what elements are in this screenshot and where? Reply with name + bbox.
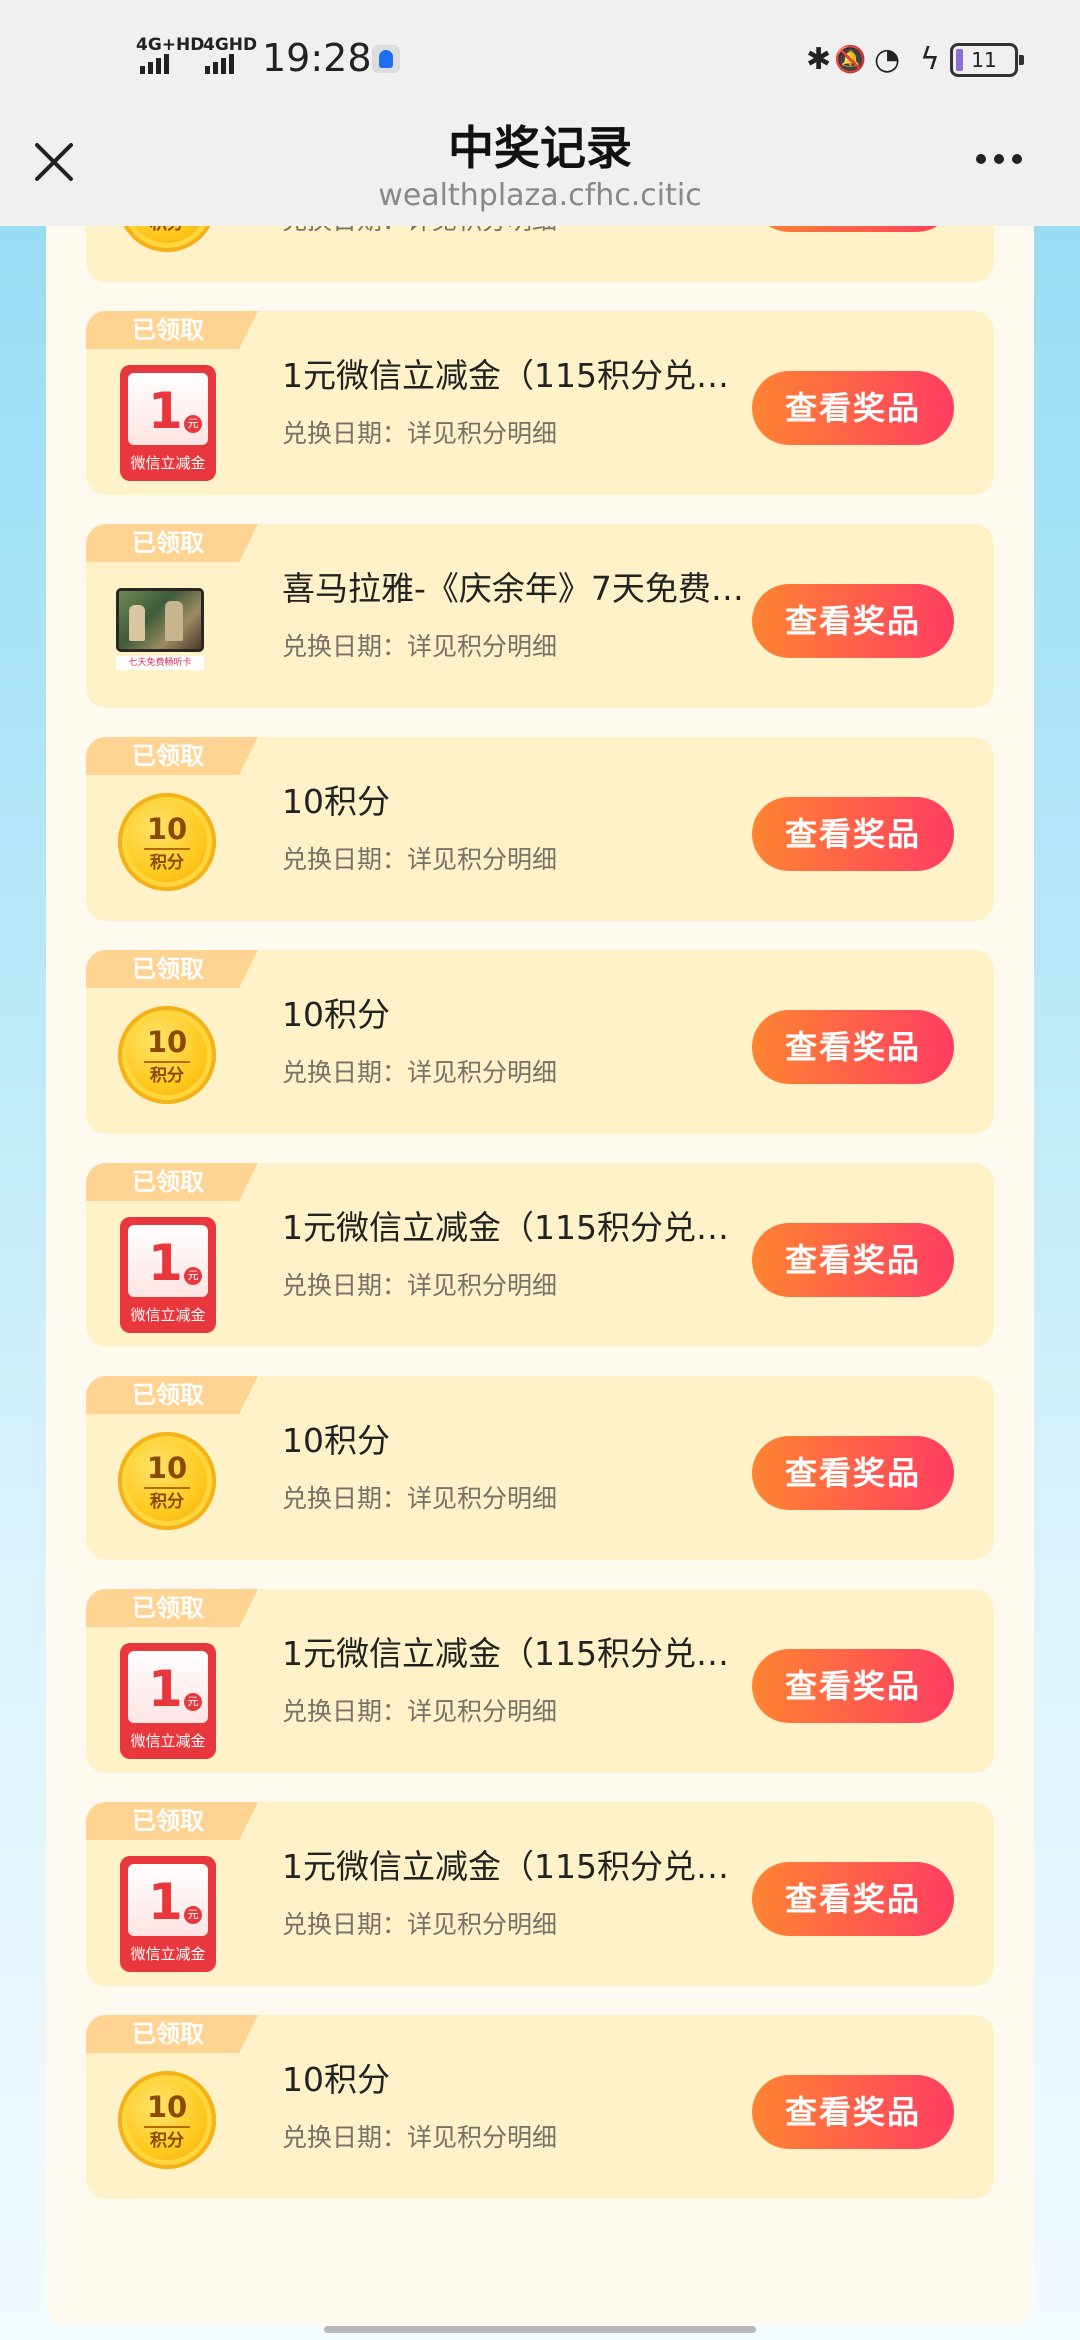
coin-unit: 积分 bbox=[118, 226, 216, 234]
coin-unit: 积分 bbox=[150, 1492, 184, 1512]
view-prize-button[interactable]: 查看奖品 bbox=[752, 371, 954, 445]
battery-icon: 11 bbox=[950, 43, 1024, 77]
coin-value: 10 bbox=[146, 812, 188, 846]
prize-title: 喜马拉雅-《庆余年》7天免费… bbox=[282, 569, 744, 608]
network-label-1: 4G+HD bbox=[136, 35, 205, 55]
coin-value: 10 bbox=[146, 1451, 188, 1485]
envelope-label: 微信立减金 bbox=[130, 1306, 206, 1324]
prize-title: 1元微信立减金（115积分兑换） bbox=[282, 1634, 752, 1673]
clock: 19:28 bbox=[262, 36, 372, 80]
envelope-amount: 1 bbox=[148, 382, 183, 440]
redeem-date: 兑换日期：详见积分明细 bbox=[282, 1058, 558, 1087]
points-coin-icon: 10 积分 bbox=[116, 1430, 218, 1532]
claimed-badge: 已领取 bbox=[86, 524, 258, 562]
envelope-label: 微信立减金 bbox=[130, 454, 206, 472]
envelope-label: 微信立减金 bbox=[130, 1732, 206, 1750]
claimed-badge: 已领取 bbox=[86, 311, 258, 349]
view-prize-button[interactable]: 查看奖品 bbox=[752, 2075, 954, 2149]
page-url: wealthplaza.cfhc.citic bbox=[378, 178, 702, 213]
coin-unit: 积分 bbox=[150, 853, 184, 873]
claimed-badge: 已领取 bbox=[86, 737, 258, 775]
points-coin-icon: 10 积分 bbox=[116, 1004, 218, 1106]
claimed-badge: 已领取 bbox=[86, 2015, 258, 2053]
list-item[interactable]: 已领取七天免费畅听卡 喜马拉雅-《庆余年》7天免费… 兑换日期：详见积分明细 查看奖品 bbox=[86, 524, 994, 708]
bluetooth-icon: ✱ bbox=[806, 42, 832, 77]
redeem-date: 兑换日期：详见积分明细 bbox=[282, 845, 558, 874]
claimed-badge: 已领取 bbox=[86, 950, 258, 988]
envelope-unit: 元 bbox=[184, 415, 202, 433]
home-indicator[interactable] bbox=[324, 2326, 756, 2333]
coin-unit: 积分 bbox=[150, 2131, 184, 2151]
title-bar: 中奖记录 wealthplaza.cfhc.citic bbox=[0, 118, 1080, 226]
view-prize-button[interactable]: 查看奖品 bbox=[752, 1436, 954, 1510]
page-title: 中奖记录 bbox=[448, 121, 632, 175]
view-prize-button[interactable]: 查看奖品 bbox=[752, 1862, 954, 1936]
list-item[interactable]: 已领取10积分10积分兑换日期：详见积分明细查看奖品 bbox=[86, 1376, 994, 1560]
points-coin-icon: 10 积分 bbox=[116, 2069, 218, 2171]
more-options-icon[interactable] bbox=[976, 154, 1022, 164]
app-notification-icon bbox=[372, 45, 400, 73]
list-item[interactable]: 已领取 1 元微信立减金 1元微信立减金（115积分兑换） 兑换日期：详见积分明细 查看奖… bbox=[86, 1802, 994, 1986]
list-item[interactable]: 已领取10积分10积分兑换日期：详见积分明细查看奖品 bbox=[86, 950, 994, 1134]
redeem-date: 兑换日期：详见积分明细 bbox=[282, 1484, 558, 1513]
prize-title: 1元微信立减金（115积分兑换） bbox=[282, 356, 752, 395]
wifi-icon: ◔ bbox=[874, 42, 901, 77]
battery-level: 11 bbox=[971, 48, 997, 72]
signal-strength-icon bbox=[140, 54, 169, 74]
view-prize-button[interactable]: 查看奖品 bbox=[752, 797, 954, 871]
mute-icon: 🔕 bbox=[834, 45, 867, 75]
envelope-amount: 1 bbox=[148, 1234, 183, 1292]
redeem-date: 兑换日期：详见积分明细 bbox=[282, 1910, 558, 1939]
network-label-2: 4GHD bbox=[203, 35, 258, 55]
redeem-date: 兑换日期：详见积分明细 bbox=[282, 632, 558, 661]
redeem-date: 兑换日期：详见积分明细 bbox=[282, 226, 557, 238]
envelope-unit: 元 bbox=[184, 1906, 202, 1924]
list-item[interactable]: 已领取 1 元微信立减金 1元微信立减金（115积分兑换） 兑换日期：详见积分明细 查看奖… bbox=[86, 1163, 994, 1347]
prize-title: 10积分 bbox=[282, 782, 390, 821]
signal-strength-icon-2 bbox=[205, 54, 234, 74]
redeem-date: 兑换日期：详见积分明细 bbox=[282, 1697, 558, 1726]
view-prize-button[interactable]: 查看奖品 bbox=[752, 226, 954, 232]
coin-value: 10 bbox=[146, 2090, 188, 2124]
status-bar: 4G+HD 4GHD 19:28 ✱ 🔕 ◔ ϟ 11 bbox=[0, 0, 1080, 118]
red-envelope-icon: 1 元微信立减金 bbox=[116, 1856, 218, 1972]
red-envelope-icon: 1 元微信立减金 bbox=[116, 1643, 218, 1759]
red-envelope-icon: 1 元微信立减金 bbox=[116, 365, 218, 481]
records-list[interactable]: 已领取10积分10积分兑换日期：详见积分明细查看奖品已领取1元微信立减金1元微信… bbox=[0, 226, 1080, 2340]
redeem-date: 兑换日期：详见积分明细 bbox=[282, 1271, 558, 1300]
coin-value: 10 bbox=[146, 1025, 188, 1059]
envelope-unit: 元 bbox=[184, 1267, 202, 1285]
list-item[interactable]: 已领取10积分10积分兑换日期：详见积分明细查看奖品 bbox=[86, 737, 994, 921]
view-prize-button[interactable]: 查看奖品 bbox=[752, 1649, 954, 1723]
list-item[interactable]: 已领取 1 元微信立减金 1元微信立减金（115积分兑换） 兑换日期：详见积分明细 查看奖… bbox=[86, 1589, 994, 1773]
claimed-badge: 已领取 bbox=[86, 1802, 258, 1840]
envelope-amount: 1 bbox=[148, 1660, 183, 1718]
points-coin-icon: 10 积分 bbox=[116, 791, 218, 893]
envelope-label: 微信立减金 bbox=[130, 1945, 206, 1963]
charging-icon: ϟ bbox=[920, 42, 940, 77]
prize-title: 10积分 bbox=[282, 2060, 390, 2099]
points-coin-icon: 10积分 bbox=[116, 226, 218, 254]
list-item[interactable]: 已领取 1 元微信立减金 1元微信立减金（115积分兑换） 兑换日期：详见积分明细 查看奖… bbox=[86, 311, 994, 495]
coin-unit: 积分 bbox=[150, 1066, 184, 1086]
list-item[interactable]: 已领取10积分10积分兑换日期：详见积分明细查看奖品 bbox=[86, 226, 994, 282]
claimed-badge: 已领取 bbox=[86, 1163, 258, 1201]
list-item[interactable]: 已领取10积分10积分兑换日期：详见积分明细查看奖品 bbox=[86, 2015, 994, 2199]
view-prize-button[interactable]: 查看奖品 bbox=[752, 1010, 954, 1084]
cover-caption: 七天免费畅听卡 bbox=[116, 656, 204, 670]
audiobook-cover-image: 七天免费畅听卡 bbox=[116, 578, 218, 680]
prize-title: 1元微信立减金（115积分兑换） bbox=[282, 1847, 752, 1886]
view-prize-button[interactable]: 查看奖品 bbox=[752, 584, 954, 658]
prize-title: 10积分 bbox=[282, 995, 390, 1034]
view-prize-button[interactable]: 查看奖品 bbox=[752, 1223, 954, 1297]
redeem-date: 兑换日期：详见积分明细 bbox=[282, 419, 558, 448]
redeem-date: 兑换日期：详见积分明细 bbox=[282, 2123, 558, 2152]
envelope-amount: 1 bbox=[148, 1873, 183, 1931]
prize-title: 10积分 bbox=[282, 1421, 390, 1460]
prize-title: 1元微信立减金（115积分兑换） bbox=[282, 1208, 752, 1247]
envelope-unit: 元 bbox=[184, 1693, 202, 1711]
red-envelope-icon: 1 元微信立减金 bbox=[116, 1217, 218, 1333]
claimed-badge: 已领取 bbox=[86, 1376, 258, 1414]
claimed-badge: 已领取 bbox=[86, 1589, 258, 1627]
